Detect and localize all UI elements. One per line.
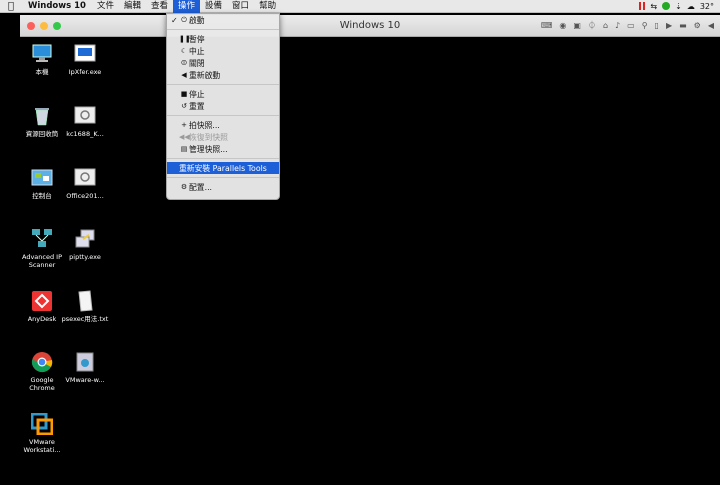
chrome-icon (30, 350, 54, 374)
keyboard-icon[interactable]: ⌨ (541, 21, 553, 30)
desktop-icon-anydesk[interactable]: AnyDesk (18, 289, 66, 323)
zoom-button[interactable] (53, 21, 61, 30)
window-titlebar[interactable]: Windows 10 ⌨ ◉ ▣ ⏀ ⌂ ♪ ▭ ⚲ ▯ ▶ ▬ ⚙ ◀ (20, 15, 720, 37)
desktop-icon-piptty[interactable]: piptty.exe (61, 227, 109, 261)
menu-separator (167, 115, 279, 116)
desktop-icon-ipxfer[interactable]: IpXfer.exe (61, 42, 109, 76)
lock-icon[interactable]: ⌂ (603, 21, 608, 30)
status-dot-icon[interactable] (662, 2, 671, 10)
parallels-pause-icon[interactable] (639, 2, 646, 10)
phone-icon[interactable]: ▯ (655, 21, 659, 30)
traffic-lights (20, 21, 61, 30)
video-icon[interactable]: ▶ (666, 21, 672, 30)
menu-item-manage-snapshots[interactable]: ▤ 管理快照... (167, 143, 279, 155)
control-panel-icon (30, 166, 54, 190)
desktop-icon-office[interactable]: Office201... (61, 166, 109, 200)
moon-icon: ☾ (180, 47, 188, 55)
camera-icon[interactable]: ▣ (573, 21, 581, 30)
menu-item-suspend[interactable]: ☾ 中止 (167, 45, 279, 57)
menu-item-start[interactable]: ✓ ⏻ 啟動 (167, 14, 279, 26)
window-toolbar: ⌨ ◉ ▣ ⏀ ⌂ ♪ ▭ ⚲ ▯ ▶ ▬ ⚙ ◀ (541, 20, 714, 31)
menu-view[interactable]: 查看 (146, 0, 173, 13)
putty-icon (73, 227, 97, 251)
weather-icon[interactable]: ☁ (687, 2, 695, 11)
desktop-icon-vmware-installer[interactable]: VMware-w... (61, 350, 109, 384)
desktop-icon-this-pc[interactable]: 本機 (18, 42, 66, 76)
monitor-icon[interactable]: ▬ (679, 21, 687, 30)
sound-icon[interactable]: ♪ (615, 21, 620, 30)
menu-item-take-snapshot[interactable]: + 拍快照... (167, 119, 279, 131)
restart-icon: ◀ (181, 71, 187, 79)
plus-icon: + (181, 121, 187, 129)
record-icon[interactable]: ◉ (559, 21, 566, 30)
menu-item-stop[interactable]: ■ 停止 (167, 88, 279, 100)
power-icon: ⏻ (181, 15, 187, 24)
menu-item-configure[interactable]: ⚙ 配置... (167, 181, 279, 193)
vm-window: Windows 10 ⌨ ◉ ▣ ⏀ ⌂ ♪ ▭ ⚲ ▯ ▶ ▬ ⚙ ◀ 本機 (20, 15, 720, 485)
vm-desktop: 本機 IpXfer.exe 資源回收筒 kc1688_K... 控制台 Offi… (20, 37, 720, 485)
temperature-text[interactable]: 32° (700, 2, 714, 11)
back-icon[interactable]: ◀ (708, 21, 714, 30)
vmware-icon (30, 412, 54, 436)
usb-icon[interactable]: ⏀ (588, 20, 596, 31)
menu-window[interactable]: 窗口 (227, 0, 254, 13)
desktop-icon-google-chrome[interactable]: Google Chrome (18, 350, 66, 392)
vmware-installer-icon (73, 350, 97, 374)
rewind-icon: ◀◀ (179, 133, 190, 141)
desktop-icon-recycle-bin[interactable]: 資源回收筒 (18, 104, 66, 138)
microphone-icon[interactable]: ⚲ (642, 21, 648, 30)
desktop-icon-advanced-ip-scanner[interactable]: Advanced IP Scanner (18, 227, 66, 269)
menu-item-revert-snapshot: ◀◀ 恢復到快照 (179, 132, 228, 142)
menu-help[interactable]: 幫助 (254, 0, 281, 13)
menu-bar:  Windows 10 文件 編輯 查看 操作 設備 窗口 幫助 ⇆ ⇣ ☁ … (0, 0, 720, 13)
power-off-icon: ⏼ (181, 58, 187, 67)
menu-item-restart[interactable]: ◀ 重新啟動 (167, 69, 279, 81)
actions-dropdown-menu: ✓ ⏻ 啟動 ❚❚ 暫停 ☾ 中止 ⏼ 關閉 ◀ 重新啟動 ■ 停止 ↺ 重置 + 拍快照... … (166, 13, 280, 200)
menu-actions[interactable]: 操作 (173, 0, 201, 13)
recycle-bin-icon (30, 104, 54, 128)
display-icon[interactable]: ▭ (627, 21, 635, 30)
menu-separator (167, 29, 279, 30)
settings-icon[interactable]: ⚙ (694, 21, 701, 30)
network-icon (30, 227, 54, 251)
status-area: ⇆ ⇣ ☁ 32° (639, 2, 720, 11)
text-file-icon (73, 289, 97, 313)
anydesk-icon (30, 289, 54, 313)
menu-separator (167, 158, 279, 159)
reset-icon: ↺ (181, 102, 187, 110)
desktop-icon-psexec-txt[interactable]: psexec用法.txt (61, 289, 109, 323)
menu-separator (167, 84, 279, 85)
menu-file[interactable]: 文件 (92, 0, 119, 13)
menu-devices[interactable]: 設備 (200, 0, 227, 13)
file-icon (73, 166, 97, 190)
minimize-button[interactable] (40, 21, 48, 30)
checkmark-icon: ✓ (171, 15, 178, 25)
app-name[interactable]: Windows 10 (22, 1, 92, 11)
pause-icon: ❚❚ (179, 35, 191, 43)
stop-icon: ■ (180, 90, 188, 98)
apple-icon[interactable]:  (0, 1, 22, 12)
sync-icon[interactable]: ⇆ (650, 2, 657, 11)
exe-icon (73, 42, 97, 66)
snapshots-icon: ▤ (180, 145, 188, 153)
file-icon (73, 104, 97, 128)
gear-icon: ⚙ (180, 183, 188, 191)
menu-separator (167, 177, 279, 178)
menu-item-shutdown[interactable]: ⏼ 關閉 (167, 57, 279, 69)
close-button[interactable] (27, 21, 35, 30)
desktop-icon-vmware-workstation[interactable]: VMware Workstati... (18, 412, 66, 454)
desktop-icon-control-panel[interactable]: 控制台 (18, 166, 66, 200)
download-icon[interactable]: ⇣ (675, 2, 682, 11)
menu-item-pause[interactable]: ❚❚ 暫停 (167, 33, 279, 45)
computer-icon (30, 42, 54, 66)
menu-item-reset[interactable]: ↺ 重置 (167, 100, 279, 112)
menu-edit[interactable]: 編輯 (119, 0, 146, 13)
menu-item-reinstall-parallels-tools[interactable]: 重新安裝 Parallels Tools (167, 162, 279, 174)
desktop-icon-kc1688[interactable]: kc1688_K... (61, 104, 109, 138)
